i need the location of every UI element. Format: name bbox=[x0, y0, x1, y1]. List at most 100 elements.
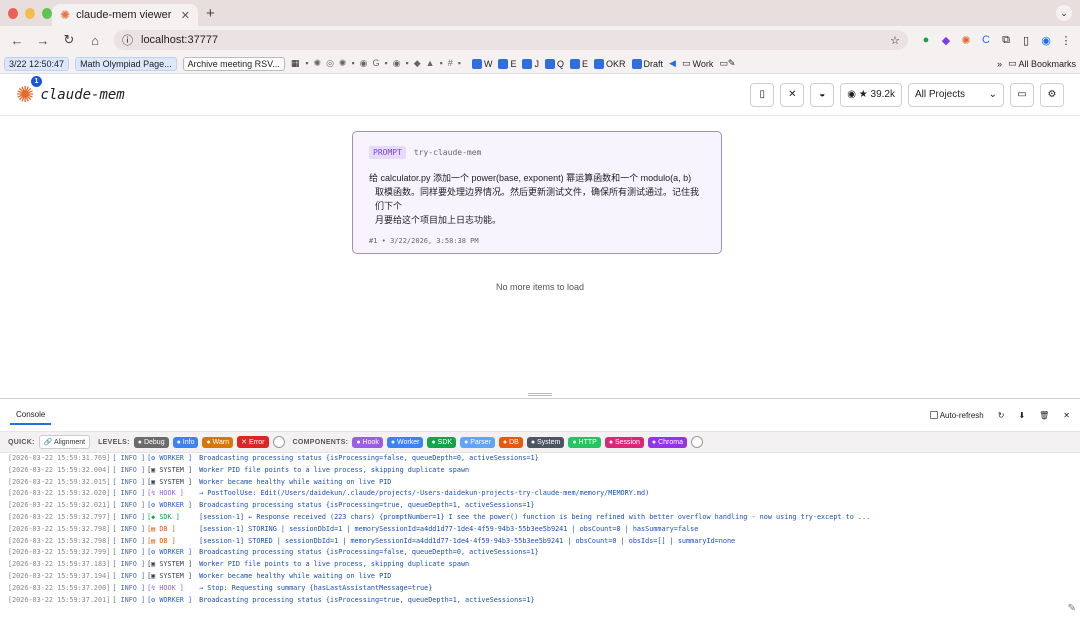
log-level: [ INFO ] bbox=[112, 465, 146, 474]
profile-avatar-icon[interactable]: ◉ bbox=[1038, 32, 1054, 48]
component-parser-button[interactable]: ● Parser bbox=[460, 436, 495, 448]
component-worker-button[interactable]: ● Worker bbox=[386, 436, 424, 448]
card-project: try-claude-mem bbox=[413, 148, 482, 157]
side-panel-icon[interactable]: ▯ bbox=[1018, 32, 1034, 48]
bookmark-chip-2[interactable]: Math Olympiad Page... bbox=[75, 56, 177, 71]
log-row: [2026-03-22 15:59:32.004][ INFO ] [▣ SYST… bbox=[8, 465, 1072, 477]
log-component: [⚙ WORKER ] bbox=[147, 454, 193, 462]
settings-button[interactable]: ⚙ bbox=[1040, 82, 1064, 107]
home-icon[interactable]: ⌂ bbox=[84, 33, 106, 48]
forward-icon[interactable]: → bbox=[32, 33, 54, 48]
app-name: claude-mem bbox=[40, 86, 125, 103]
docs-button[interactable]: ▯ bbox=[750, 82, 775, 107]
back-icon[interactable]: ← bbox=[6, 33, 28, 48]
component-chroma-button[interactable]: ● Chroma bbox=[647, 436, 687, 448]
x-twitter-button[interactable]: ✕ bbox=[780, 82, 805, 107]
browser-menu-icon[interactable]: ⋮ bbox=[1058, 32, 1074, 48]
refresh-icon[interactable]: ↻ bbox=[998, 411, 1005, 420]
send-icon[interactable]: ◀ bbox=[669, 58, 676, 69]
github-stars-button[interactable]: ◉ ★ 39.2k bbox=[840, 82, 902, 107]
level-info-button[interactable]: ● Info bbox=[172, 436, 199, 448]
site-info-icon[interactable]: ⓘ bbox=[122, 32, 133, 48]
close-window-button[interactable] bbox=[8, 7, 18, 19]
log-level: [ INFO ] bbox=[112, 548, 146, 557]
log-list: [2026-03-22 15:59:31.769][ INFO ] [⚙ WORK… bbox=[0, 453, 1080, 619]
extension-purple-icon[interactable]: ◆ bbox=[938, 32, 954, 48]
bookmark-chip-3[interactable]: Archive meeting RSV... bbox=[182, 56, 285, 71]
log-timestamp: [2026-03-22 15:59:32.799] bbox=[8, 548, 111, 557]
resize-handle[interactable] bbox=[528, 393, 552, 396]
download-icon[interactable]: ⬇ bbox=[1018, 411, 1025, 420]
app-logo[interactable]: ✺ 1 claude-mem bbox=[16, 75, 125, 108]
component-db-button[interactable]: ● DB bbox=[498, 436, 523, 448]
browser-tab[interactable]: ✺ claude-mem viewer ✕ bbox=[52, 4, 198, 26]
log-row: [2026-03-22 15:59:32.021][ INFO ] [⚙ WORK… bbox=[8, 500, 1072, 512]
apps-grid-icon[interactable]: ▦ bbox=[291, 58, 300, 69]
app-header: ✺ 1 claude-mem ▯ ✕ ◒ ◉ ★ 39.2k All Proje… bbox=[0, 74, 1080, 116]
console-tab[interactable]: Console bbox=[10, 406, 52, 425]
pencil-folder-icon[interactable]: ▭✎ bbox=[719, 58, 735, 69]
bookmark-draft[interactable]: Draft bbox=[631, 58, 663, 69]
component-hook-button[interactable]: ● Hook bbox=[352, 436, 383, 448]
discord-button[interactable]: ◒ bbox=[810, 82, 835, 107]
log-timestamp: [2026-03-22 15:59:31.769] bbox=[8, 454, 111, 462]
prompt-card[interactable]: PROMPT try-claude-mem 给 calculator.py 添加… bbox=[352, 131, 722, 254]
console-panel: Console Auto-refresh ↻ ⬇ 🗑 ✕ QUICK: 🔗 Al… bbox=[0, 398, 1080, 620]
log-row: [2026-03-22 15:59:32.020][ INFO ] [↯ HOOK… bbox=[8, 488, 1072, 500]
tab-search-icon[interactable]: ⌄ bbox=[1056, 5, 1072, 21]
log-row: [2026-03-22 15:59:32.799][ INFO ] [⚙ WORK… bbox=[8, 547, 1072, 559]
log-message: Broadcasting processing status {isProces… bbox=[199, 454, 539, 462]
component-sdk-button[interactable]: ● SDK bbox=[427, 436, 457, 448]
extension-claude-icon[interactable]: ✺ bbox=[958, 32, 974, 48]
log-timestamp: [2026-03-22 15:59:32.797] bbox=[8, 512, 111, 521]
components-toggle-all-icon[interactable] bbox=[691, 436, 703, 448]
all-bookmarks[interactable]: ▭ All Bookmarks bbox=[1008, 58, 1076, 69]
log-timestamp: [2026-03-22 15:59:32.004] bbox=[8, 465, 111, 474]
extension-c-icon[interactable]: C bbox=[978, 32, 994, 48]
project-select[interactable]: All Projects ⌄ bbox=[908, 82, 1004, 107]
address-bar[interactable]: ⓘ localhost:37777 ☆ bbox=[114, 30, 908, 50]
more-bookmarks-icon[interactable]: » bbox=[997, 59, 1002, 69]
bookmark-okr[interactable]: OKR bbox=[594, 58, 626, 69]
log-message: Broadcasting processing status {isProces… bbox=[199, 548, 539, 557]
extensions-puzzle-icon[interactable]: ⧉ bbox=[998, 32, 1014, 48]
extension-green-icon[interactable]: ● bbox=[918, 32, 934, 48]
bookmark-e2[interactable]: E bbox=[570, 58, 588, 69]
console-toggle-button[interactable]: ▭ bbox=[1010, 82, 1034, 107]
close-console-icon[interactable]: ✕ bbox=[1063, 411, 1070, 420]
bookmark-e[interactable]: E bbox=[498, 58, 516, 69]
trash-icon[interactable]: 🗑 bbox=[1039, 411, 1049, 420]
reload-icon[interactable]: ↻ bbox=[58, 32, 80, 48]
bookmark-star-icon[interactable]: ☆ bbox=[890, 34, 900, 47]
log-message: Worker became healthy while waiting on l… bbox=[199, 571, 392, 580]
component-http-button[interactable]: ● HTTP bbox=[568, 436, 601, 448]
log-message: [session-1] STORING | sessionDbId=1 | me… bbox=[199, 524, 699, 533]
bookmark-q[interactable]: Q bbox=[544, 58, 564, 69]
log-component: [◆ SDK ] bbox=[147, 512, 180, 521]
bookmark-folder-work[interactable]: ▭ Work bbox=[682, 58, 713, 69]
new-tab-icon[interactable]: + bbox=[206, 5, 215, 22]
log-component: [↯ HOOK ] bbox=[147, 583, 184, 592]
log-row: [2026-03-22 15:59:37.194][ INFO ] [▣ SYST… bbox=[8, 571, 1072, 583]
minimize-window-button[interactable] bbox=[25, 7, 35, 19]
maximize-window-button[interactable] bbox=[42, 7, 52, 19]
log-level: [ INFO ] bbox=[112, 501, 146, 510]
component-session-button[interactable]: ● Session bbox=[604, 436, 644, 448]
tab-title: claude-mem viewer bbox=[76, 9, 172, 21]
log-component: [↯ HOOK ] bbox=[147, 489, 184, 498]
log-row: [2026-03-22 15:59:37.183][ INFO ] [▣ SYST… bbox=[8, 559, 1072, 571]
bookmark-w[interactable]: W bbox=[471, 58, 492, 69]
bookmark-chip-1[interactable]: 3/22 12:50:47 bbox=[4, 56, 70, 71]
bookmark-j[interactable]: J bbox=[522, 58, 539, 69]
level-error-button[interactable]: ✕ Error bbox=[237, 436, 269, 448]
auto-refresh-toggle[interactable]: Auto-refresh bbox=[929, 411, 984, 420]
component-system-button[interactable]: ● System bbox=[526, 436, 565, 448]
level-warn-button[interactable]: ● Warn bbox=[202, 436, 234, 448]
github-icon: ◉ bbox=[847, 89, 856, 100]
level-debug-button[interactable]: ● Debug bbox=[133, 436, 169, 448]
quick-alignment-button[interactable]: 🔗 Alignment bbox=[38, 435, 91, 449]
close-tab-icon[interactable]: ✕ bbox=[181, 9, 190, 22]
log-component: [▤ DB ] bbox=[147, 524, 176, 533]
url-text: localhost:37777 bbox=[141, 34, 219, 46]
levels-toggle-all-icon[interactable] bbox=[272, 436, 285, 448]
